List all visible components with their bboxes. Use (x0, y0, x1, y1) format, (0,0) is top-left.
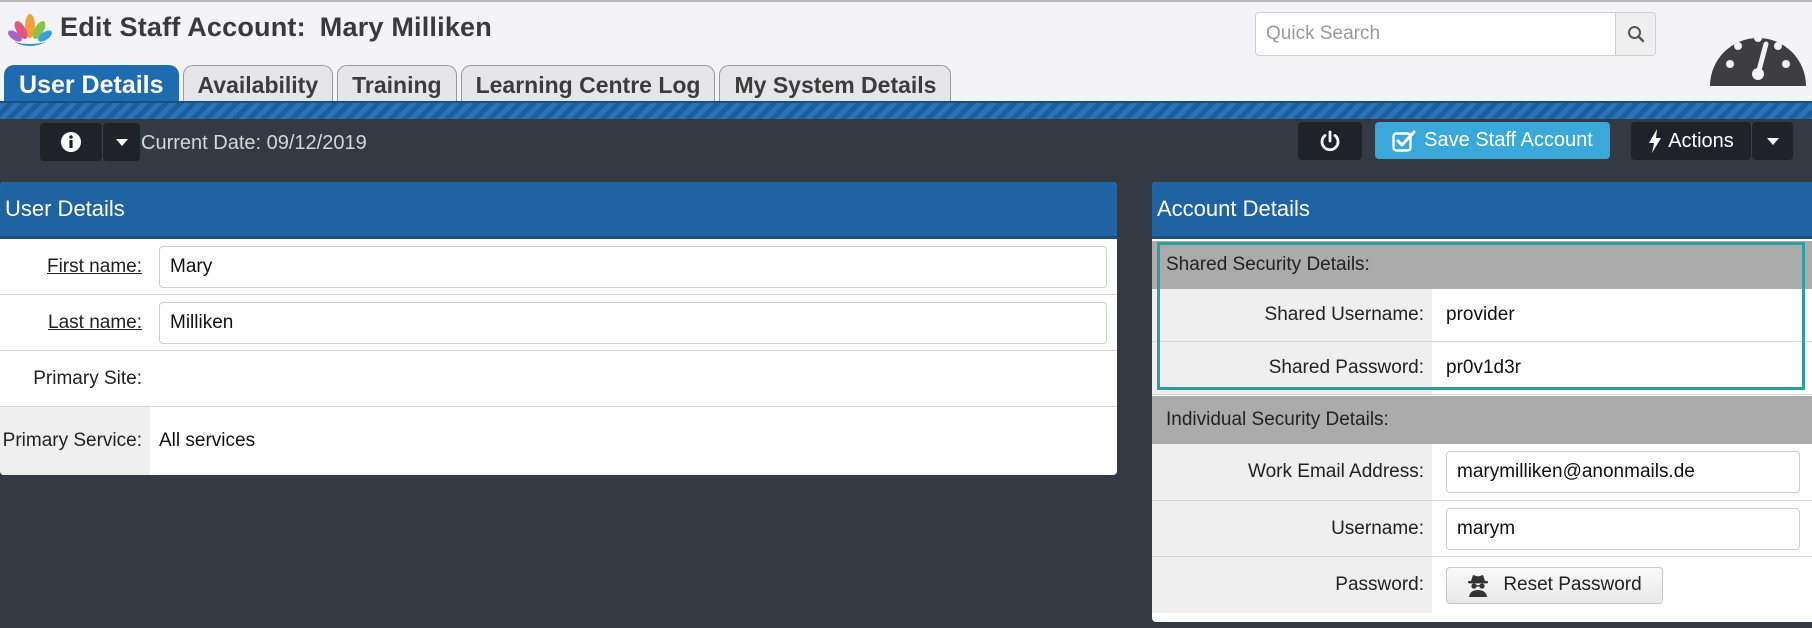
app-header: Edit Staff Account: Mary Milliken User De… (0, 0, 1812, 105)
primary-site-row: Primary Site: (0, 351, 1117, 407)
spy-icon (1468, 575, 1489, 597)
save-label: Save Staff Account (1424, 129, 1593, 151)
save-staff-account-button[interactable]: Save Staff Account (1375, 122, 1610, 159)
tab-training[interactable]: Training (337, 65, 457, 105)
page-title-name: Mary Milliken (319, 12, 492, 42)
last-name-row: Last name: (0, 295, 1117, 351)
actions-label: Actions (1668, 129, 1734, 152)
individual-security-heading: Individual Security Details: (1152, 396, 1812, 444)
user-details-panel: User Details First name: Last name: Prim… (0, 182, 1117, 475)
account-details-title: Account Details (1152, 182, 1812, 239)
checkbox-icon (1392, 130, 1416, 152)
reset-password-button[interactable]: Reset Password (1446, 566, 1663, 604)
lightning-icon (1649, 129, 1662, 153)
power-icon (1320, 130, 1340, 152)
username-label: Username: (1152, 501, 1432, 556)
work-email-label: Work Email Address: (1152, 444, 1432, 500)
quick-search (1255, 12, 1656, 56)
info-button[interactable] (40, 123, 102, 161)
last-name-label: Last name: (0, 295, 150, 350)
page-title: Edit Staff Account: Mary Milliken (60, 12, 492, 43)
tab-availability[interactable]: Availability (182, 65, 334, 105)
caret-down-icon (1766, 138, 1779, 145)
actions-button[interactable]: Actions (1631, 122, 1751, 160)
username-input[interactable] (1446, 507, 1800, 550)
primary-site-value (150, 351, 159, 406)
work-email-row: Work Email Address: (1152, 444, 1812, 501)
shared-username-row: Shared Username: provider (1152, 289, 1812, 342)
password-row: Password: Reset Password (1152, 557, 1812, 613)
work-email-input[interactable] (1446, 451, 1800, 493)
first-name-label: First name: (0, 239, 150, 294)
shared-security-heading: Shared Security Details: (1152, 241, 1812, 289)
username-row: Username: (1152, 501, 1812, 557)
search-button[interactable] (1615, 13, 1655, 55)
tab-stripe (0, 101, 1812, 119)
primary-site-label: Primary Site: (0, 351, 150, 406)
tab-learning-centre-log[interactable]: Learning Centre Log (460, 65, 716, 105)
info-icon (61, 132, 81, 152)
password-label: Password: (1152, 557, 1432, 613)
shared-username-label: Shared Username: (1152, 289, 1432, 341)
first-name-row: First name: (0, 239, 1117, 295)
search-icon (1627, 26, 1644, 43)
shared-username-value: provider (1446, 304, 1515, 325)
tab-user-details[interactable]: User Details (4, 65, 179, 105)
shared-password-row: Shared Password: pr0v1d3r (1152, 342, 1812, 395)
page-title-prefix: Edit Staff Account: (60, 12, 306, 42)
power-button[interactable] (1298, 122, 1362, 160)
caret-down-icon (115, 139, 128, 146)
quick-search-input[interactable] (1256, 13, 1616, 55)
shared-password-label: Shared Password: (1152, 342, 1432, 394)
primary-service-label: Primary Service: (0, 407, 150, 475)
shared-password-value: pr0v1d3r (1446, 357, 1521, 378)
info-dropdown-button[interactable] (102, 123, 140, 161)
speedometer-icon[interactable] (1702, 22, 1812, 88)
primary-service-value: All services (159, 430, 256, 451)
reset-password-label: Reset Password (1503, 574, 1642, 595)
tab-my-system-details[interactable]: My System Details (719, 65, 952, 105)
lotus-logo-icon (8, 14, 52, 46)
user-details-title: User Details (0, 182, 1117, 239)
account-details-panel: Account Details Shared Security Details:… (1152, 182, 1812, 622)
current-date: Current Date: 09/12/2019 (141, 132, 367, 154)
first-name-input[interactable] (159, 245, 1107, 288)
last-name-input[interactable] (159, 301, 1107, 344)
primary-service-row: Primary Service: All services (0, 407, 1117, 475)
tab-bar: User Details Availability Training Learn… (4, 65, 952, 105)
actions-dropdown-button[interactable] (1751, 122, 1793, 160)
